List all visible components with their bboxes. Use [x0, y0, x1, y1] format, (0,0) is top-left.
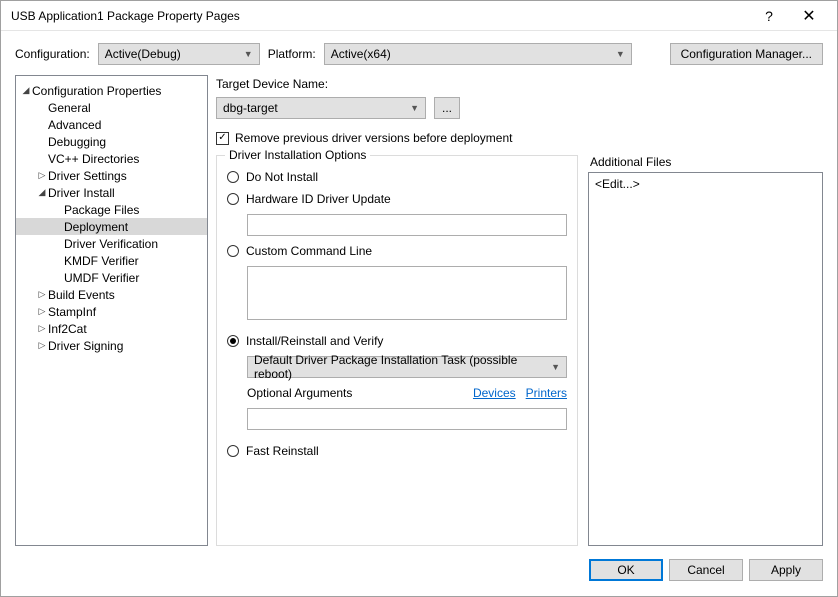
target-device-combo[interactable]: dbg-target ▼ — [216, 97, 426, 119]
tree-item[interactable]: Debugging — [16, 133, 207, 150]
tree-item-label: UMDF Verifier — [64, 271, 139, 285]
tree-item-label: Driver Signing — [48, 339, 123, 353]
tree-item-label: VC++ Directories — [48, 152, 139, 166]
chevron-down-icon: ▼ — [551, 362, 560, 372]
radio-do-not-install[interactable] — [227, 171, 239, 183]
configuration-combo[interactable]: Active(Debug) ▼ — [98, 43, 260, 65]
tree-item[interactable]: Driver Verification — [16, 235, 207, 252]
configuration-manager-button[interactable]: Configuration Manager... — [670, 43, 823, 65]
tree-item[interactable]: ◢Driver Install — [16, 184, 207, 201]
radio-fast-reinstall[interactable] — [227, 445, 239, 457]
cancel-button[interactable]: Cancel — [669, 559, 743, 581]
tree-item-label: Driver Install — [48, 186, 115, 200]
tree-item[interactable]: ▷Driver Signing — [16, 337, 207, 354]
tree-item[interactable]: Package Files — [16, 201, 207, 218]
custom-cmd-input[interactable] — [247, 266, 567, 320]
expand-collapse-icon[interactable]: ▷ — [36, 340, 48, 351]
tree-item[interactable]: VC++ Directories — [16, 150, 207, 167]
content-pane: Target Device Name: dbg-target ▼ ... ✓ R… — [216, 75, 823, 546]
devices-link[interactable]: Devices — [473, 386, 516, 400]
dialog-footer: OK Cancel Apply — [1, 556, 837, 596]
window-title: USB Application1 Package Property Pages — [11, 9, 749, 23]
expand-collapse-icon[interactable]: ▷ — [36, 170, 48, 181]
platform-combo[interactable]: Active(x64) ▼ — [324, 43, 632, 65]
configuration-label: Configuration: — [15, 47, 90, 61]
expand-collapse-icon[interactable]: ▷ — [36, 306, 48, 317]
target-device-label: Target Device Name: — [216, 77, 823, 91]
tree-item-label: Debugging — [48, 135, 106, 149]
radio-hardware-id[interactable] — [227, 193, 239, 205]
printers-link[interactable]: Printers — [526, 386, 567, 400]
tree-item-label: StampInf — [48, 305, 96, 319]
tree-item-label: Build Events — [48, 288, 115, 302]
expand-collapse-icon[interactable]: ◢ — [36, 187, 48, 198]
tree-item[interactable]: ▷StampInf — [16, 303, 207, 320]
expand-collapse-icon[interactable]: ▷ — [36, 323, 48, 334]
tree-item[interactable]: Advanced — [16, 116, 207, 133]
title-bar: USB Application1 Package Property Pages … — [1, 1, 837, 31]
tree-item-label: General — [48, 101, 91, 115]
additional-files-label: Additional Files — [590, 155, 823, 169]
expand-collapse-icon[interactable]: ◢ — [20, 85, 32, 96]
chevron-down-icon: ▼ — [410, 103, 419, 113]
tree-item-label: Driver Settings — [48, 169, 127, 183]
tree-item[interactable]: ▷Driver Settings — [16, 167, 207, 184]
tree-item[interactable]: Deployment — [16, 218, 207, 235]
tree-item[interactable]: General — [16, 99, 207, 116]
tree-item[interactable]: ▷Build Events — [16, 286, 207, 303]
tree-item-label: Package Files — [64, 203, 139, 217]
tree-item[interactable]: ▷Inf2Cat — [16, 320, 207, 337]
close-button[interactable]: ✕ — [789, 2, 829, 30]
ok-button[interactable]: OK — [589, 559, 663, 581]
remove-previous-label: Remove previous driver versions before d… — [235, 131, 512, 145]
platform-label: Platform: — [268, 47, 316, 61]
tree-item-label: Advanced — [48, 118, 101, 132]
browse-target-button[interactable]: ... — [434, 97, 460, 119]
remove-previous-checkbox[interactable]: ✓ — [216, 132, 229, 145]
additional-files-list[interactable]: <Edit...> — [588, 172, 823, 546]
tree-item-label: Driver Verification — [64, 237, 158, 251]
hardware-id-input[interactable] — [247, 214, 567, 236]
apply-button[interactable]: Apply — [749, 559, 823, 581]
driver-install-options-group: Driver Installation Options Do Not Insta… — [216, 155, 578, 546]
expand-collapse-icon[interactable]: ▷ — [36, 289, 48, 300]
tree-item-label: Deployment — [64, 220, 128, 234]
optional-args-label: Optional Arguments — [247, 386, 352, 400]
tree-root[interactable]: ◢ Configuration Properties — [16, 82, 207, 99]
property-tree[interactable]: ◢ Configuration Properties General Advanc… — [15, 75, 208, 546]
help-button[interactable]: ? — [749, 2, 789, 30]
chevron-down-icon: ▼ — [244, 49, 253, 59]
optional-args-input[interactable] — [247, 408, 567, 430]
radio-custom-cmd[interactable] — [227, 245, 239, 257]
chevron-down-icon: ▼ — [616, 49, 625, 59]
install-task-combo[interactable]: Default Driver Package Installation Task… — [247, 356, 567, 378]
tree-item-label: Inf2Cat — [48, 322, 87, 336]
tree-item[interactable]: UMDF Verifier — [16, 269, 207, 286]
tree-item[interactable]: KMDF Verifier — [16, 252, 207, 269]
configuration-bar: Configuration: Active(Debug) ▼ Platform:… — [1, 31, 837, 75]
tree-item-label: KMDF Verifier — [64, 254, 139, 268]
radio-install-reinstall[interactable] — [227, 335, 239, 347]
